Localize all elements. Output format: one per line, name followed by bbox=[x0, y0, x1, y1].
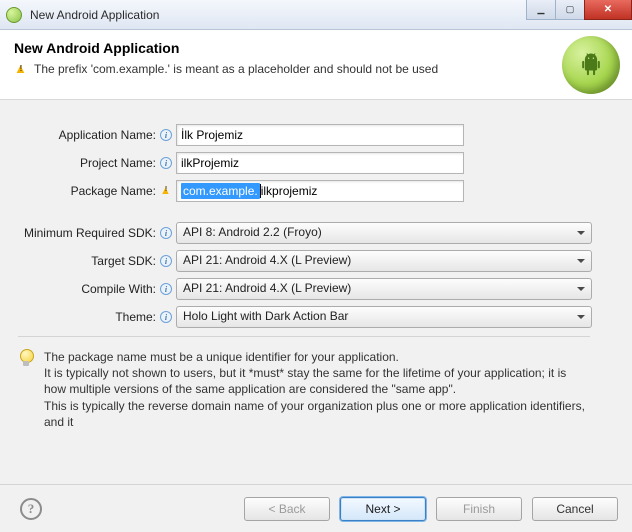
window-minimize-button[interactable] bbox=[526, 0, 556, 20]
theme-value: Holo Light with Dark Action Bar bbox=[183, 309, 348, 323]
label-theme: Theme: bbox=[0, 310, 158, 324]
target-sdk-value: API 21: Android 4.X (L Preview) bbox=[183, 253, 351, 267]
package-name-rest: ilkprojemiz bbox=[261, 184, 318, 198]
label-project-name: Project Name: bbox=[0, 156, 158, 170]
info-icon[interactable] bbox=[160, 227, 172, 239]
lightbulb-icon bbox=[18, 349, 34, 369]
dialog-footer: ? < Back Next > Finish Cancel bbox=[0, 484, 632, 532]
eclipse-android-icon bbox=[6, 7, 22, 23]
hint-line: The package name must be a unique identi… bbox=[44, 350, 399, 364]
row-min-sdk: Minimum Required SDK: API 8: Android 2.2… bbox=[0, 222, 608, 244]
info-icon[interactable] bbox=[160, 255, 172, 267]
row-compile-with: Compile With: API 21: Android 4.X (L Pre… bbox=[0, 278, 608, 300]
window-maximize-button[interactable] bbox=[555, 0, 585, 20]
target-sdk-combo[interactable]: API 21: Android 4.X (L Preview) bbox=[176, 250, 592, 272]
compile-with-combo[interactable]: API 21: Android 4.X (L Preview) bbox=[176, 278, 592, 300]
label-package-name: Package Name: bbox=[0, 184, 158, 198]
project-name-input[interactable] bbox=[176, 152, 464, 174]
cancel-button[interactable]: Cancel bbox=[532, 497, 618, 521]
dialog-title: New Android Application bbox=[14, 40, 618, 56]
android-logo-icon bbox=[562, 36, 620, 94]
row-application-name: Application Name: bbox=[0, 124, 608, 146]
row-package-name: Package Name: com.example.ilkprojemiz bbox=[0, 180, 608, 202]
finish-button[interactable]: Finish bbox=[436, 497, 522, 521]
hint-line: It is typically not shown to users, but … bbox=[44, 366, 566, 396]
label-compile-with: Compile With: bbox=[0, 282, 158, 296]
label-application-name: Application Name: bbox=[0, 128, 158, 142]
info-icon[interactable] bbox=[160, 129, 172, 141]
dialog-header: New Android Application The prefix 'com.… bbox=[0, 30, 632, 100]
info-icon[interactable] bbox=[160, 157, 172, 169]
window-titlebar: New Android Application bbox=[0, 0, 632, 30]
label-target-sdk: Target SDK: bbox=[0, 254, 158, 268]
package-name-input[interactable]: com.example.ilkprojemiz bbox=[176, 180, 464, 202]
row-target-sdk: Target SDK: API 21: Android 4.X (L Previ… bbox=[0, 250, 608, 272]
dialog-message: The prefix 'com.example.' is meant as a … bbox=[34, 62, 438, 76]
hint-block: The package name must be a unique identi… bbox=[0, 347, 608, 436]
min-sdk-combo[interactable]: API 8: Android 2.2 (Froyo) bbox=[176, 222, 592, 244]
separator bbox=[18, 336, 590, 337]
label-min-sdk: Minimum Required SDK: bbox=[0, 226, 158, 240]
theme-combo[interactable]: Holo Light with Dark Action Bar bbox=[176, 306, 592, 328]
info-icon[interactable] bbox=[160, 311, 172, 323]
window-title: New Android Application bbox=[30, 8, 159, 22]
package-name-selection: com.example. bbox=[181, 183, 260, 199]
min-sdk-value: API 8: Android 2.2 (Froyo) bbox=[183, 225, 322, 239]
hint-line: This is typically the reverse domain nam… bbox=[44, 399, 585, 429]
row-project-name: Project Name: bbox=[0, 152, 608, 174]
warning-icon bbox=[14, 62, 28, 76]
compile-with-value: API 21: Android 4.X (L Preview) bbox=[183, 281, 351, 295]
row-theme: Theme: Holo Light with Dark Action Bar bbox=[0, 306, 608, 328]
application-name-input[interactable] bbox=[176, 124, 464, 146]
form-body: Application Name: Project Name: Package … bbox=[0, 100, 632, 484]
hint-text: The package name must be a unique identi… bbox=[44, 349, 588, 430]
next-button[interactable]: Next > bbox=[340, 497, 426, 521]
window-close-button[interactable] bbox=[584, 0, 632, 20]
window-controls bbox=[527, 0, 632, 20]
info-icon[interactable] bbox=[160, 283, 172, 295]
help-button[interactable]: ? bbox=[20, 498, 42, 520]
back-button[interactable]: < Back bbox=[244, 497, 330, 521]
warning-icon[interactable] bbox=[160, 185, 172, 197]
